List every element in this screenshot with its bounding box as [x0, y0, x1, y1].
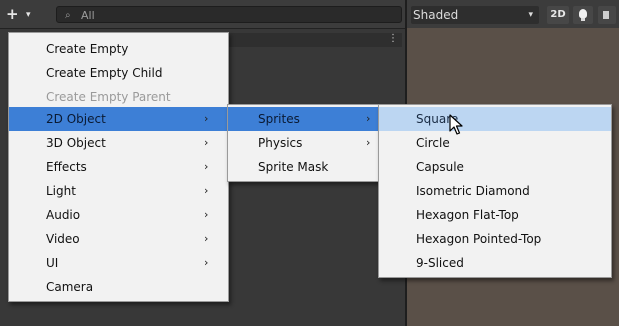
search-icon: ⌕: [65, 10, 71, 21]
menu-item-create-empty[interactable]: Create Empty: [9, 37, 228, 61]
menu-item-camera[interactable]: Camera: [9, 275, 228, 299]
hierarchy-toolbar: + ▾ ⌕ All: [0, 0, 405, 29]
menu-item-label: Effects: [46, 160, 87, 174]
chevron-right-icon: ›: [204, 112, 209, 125]
menu-item-label: 3D Object: [46, 136, 106, 150]
chevron-right-icon: ›: [366, 136, 371, 149]
lightbulb-icon: [579, 9, 587, 18]
menu-item-label: Light: [46, 184, 76, 198]
plus-icon: +: [6, 5, 19, 23]
sprites-submenu: Square Circle Capsule Isometric Diamond …: [378, 104, 612, 278]
menu-item-label: Physics: [258, 136, 303, 150]
chevron-right-icon: ›: [204, 208, 209, 221]
menu-item-label: Sprites: [258, 112, 300, 126]
add-object-button[interactable]: + ▾: [6, 6, 40, 22]
menu-item-isometric-diamond[interactable]: Isometric Diamond: [379, 179, 611, 203]
chevron-down-icon: ▾: [528, 10, 533, 20]
menu-item-hexagon-pointed-top[interactable]: Hexagon Pointed-Top: [379, 227, 611, 251]
menu-item-label: UI: [46, 256, 59, 270]
chevron-right-icon: ›: [204, 184, 209, 197]
menu-item-circle[interactable]: Circle: [379, 131, 611, 155]
scene-lighting-button[interactable]: [573, 6, 593, 24]
menu-item-label: Hexagon Flat-Top: [416, 208, 519, 222]
shading-mode-label: Shaded: [413, 8, 459, 22]
menu-item-sprites[interactable]: Sprites ›: [228, 107, 379, 131]
menu-item-hexagon-flat-top[interactable]: Hexagon Flat-Top: [379, 203, 611, 227]
menu-item-2d-object[interactable]: 2D Object ›: [9, 107, 228, 131]
create-menu: Create Empty Create Empty Child Create E…: [8, 32, 229, 302]
menu-item-label: 9-Sliced: [416, 256, 464, 270]
menu-item-label: Sprite Mask: [258, 160, 329, 174]
hierarchy-search-input[interactable]: ⌕ All: [56, 6, 402, 23]
menu-item-3d-object[interactable]: 3D Object ›: [9, 131, 228, 155]
chevron-right-icon: ›: [204, 136, 209, 149]
menu-item-physics[interactable]: Physics ›: [228, 131, 379, 155]
lightbulb-base: [581, 18, 585, 21]
menu-item-label: Video: [46, 232, 80, 246]
menu-item-square[interactable]: Square: [379, 107, 611, 131]
chevron-right-icon: ›: [204, 232, 209, 245]
scene-audio-button[interactable]: [598, 6, 616, 24]
menu-item-label: Capsule: [416, 160, 464, 174]
menu-item-create-empty-child[interactable]: Create Empty Child: [9, 61, 228, 85]
menu-item-sprite-mask[interactable]: Sprite Mask: [228, 155, 379, 179]
menu-item-ui[interactable]: UI ›: [9, 251, 228, 275]
menu-item-label: Hexagon Pointed-Top: [416, 232, 542, 246]
menu-item-label: Audio: [46, 208, 81, 222]
mouse-cursor-icon: [449, 114, 463, 135]
hierarchy-scene-header: [222, 33, 402, 47]
menu-item-audio[interactable]: Audio ›: [9, 203, 228, 227]
menu-item-create-empty-parent[interactable]: Create Empty Parent: [9, 85, 228, 109]
chevron-right-icon: ›: [204, 256, 209, 269]
speaker-icon: [603, 11, 609, 19]
menu-item-label: Create Empty: [46, 42, 129, 56]
2d-object-submenu: Sprites › Physics › Sprite Mask: [227, 104, 380, 182]
menu-item-label: Create Empty Child: [46, 66, 163, 80]
chevron-right-icon: ›: [204, 160, 209, 173]
dropdown-arrow-icon: ▾: [26, 10, 31, 20]
menu-item-label: 2D Object: [46, 112, 106, 126]
menu-item-capsule[interactable]: Capsule: [379, 155, 611, 179]
menu-item-label: Camera: [46, 280, 94, 294]
menu-item-effects[interactable]: Effects ›: [9, 155, 228, 179]
menu-item-label: Isometric Diamond: [416, 184, 530, 198]
shading-mode-dropdown[interactable]: Shaded ▾: [411, 6, 539, 24]
menu-item-9-sliced[interactable]: 9-Sliced: [379, 251, 611, 275]
menu-item-label: Create Empty Parent: [46, 90, 171, 104]
chevron-right-icon: ›: [366, 112, 371, 125]
menu-item-video[interactable]: Video ›: [9, 227, 228, 251]
toggle-2d-button[interactable]: 2D: [547, 6, 569, 24]
menu-item-light[interactable]: Light ›: [9, 179, 228, 203]
search-filter-label: All: [81, 9, 95, 22]
more-options-icon[interactable]: ⋮: [388, 34, 398, 44]
menu-item-label: Circle: [416, 136, 450, 150]
